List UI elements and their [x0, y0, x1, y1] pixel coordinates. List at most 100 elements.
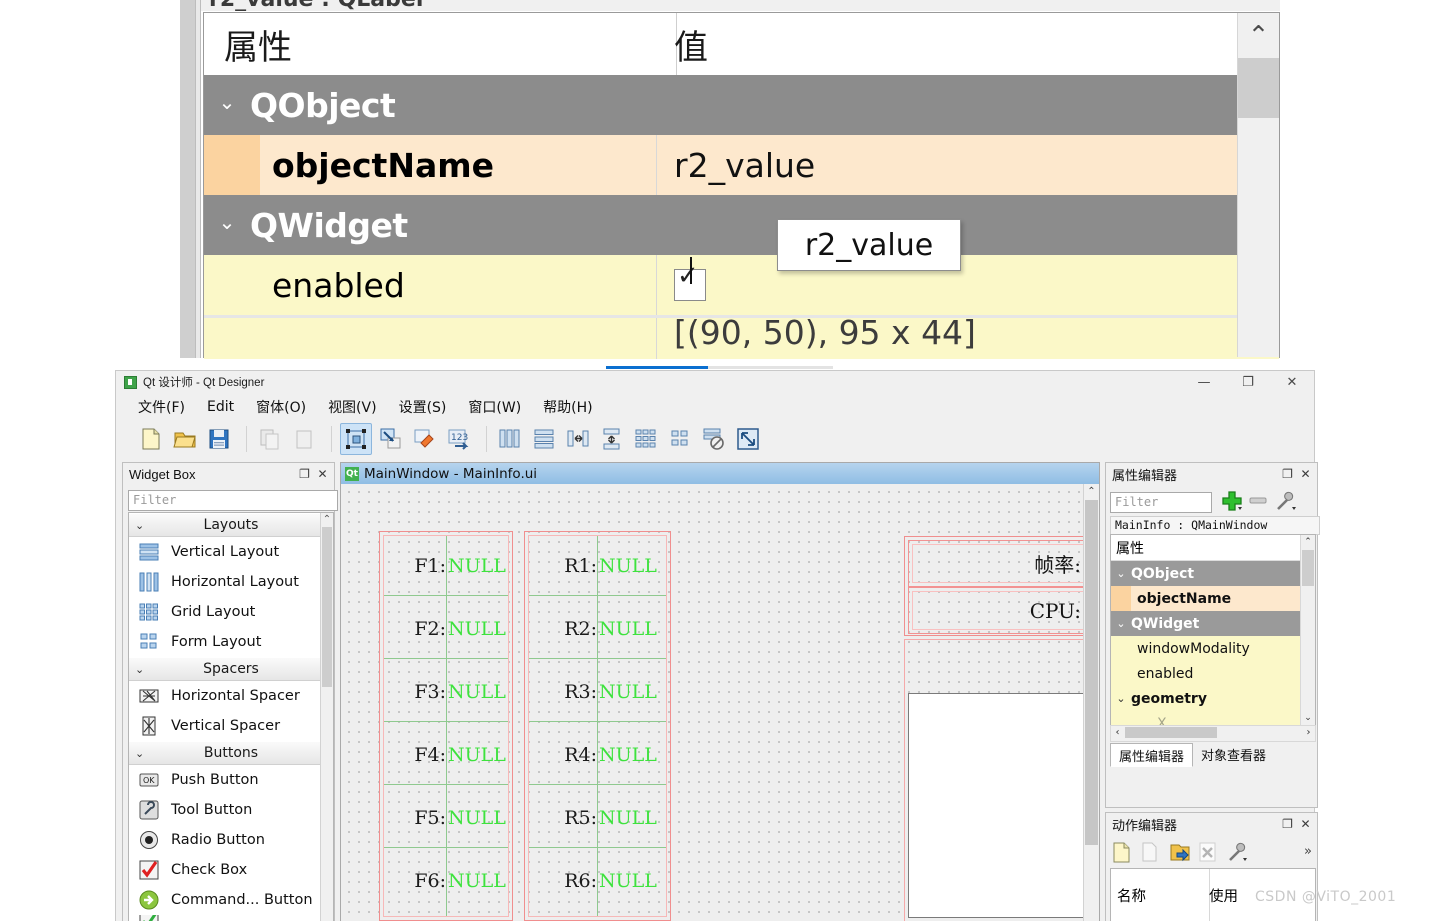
- scroll-up-icon[interactable]: ⌃: [1238, 13, 1279, 58]
- chevron-down-icon[interactable]: ⌄: [135, 519, 144, 532]
- break-layout-icon[interactable]: [699, 424, 729, 454]
- layout-vertical-icon[interactable]: [529, 424, 559, 454]
- menu-item-settings[interactable]: 设置(S): [399, 397, 447, 417]
- tab-object-inspector[interactable]: 对象查看器: [1193, 743, 1274, 765]
- property-filter-input[interactable]: Filter: [1110, 492, 1212, 513]
- zoom-row-objectname[interactable]: objectName r2_value: [204, 135, 1279, 195]
- new-action-icon[interactable]: [1110, 841, 1136, 865]
- value-r3[interactable]: NULL: [599, 662, 663, 721]
- label-f1[interactable]: F1:: [384, 536, 446, 595]
- value-f2[interactable]: NULL: [448, 599, 508, 658]
- stats-group[interactable]: 帧率: CPU:: [904, 536, 1083, 636]
- value-f3[interactable]: NULL: [448, 662, 508, 721]
- label-f2[interactable]: F2:: [384, 599, 446, 658]
- log-group[interactable]: [904, 639, 1083, 921]
- fps-row[interactable]: 帧率:: [908, 540, 1083, 587]
- property-row-enabled[interactable]: enabled: [1111, 661, 1315, 686]
- layout-horizontal-icon[interactable]: [495, 424, 525, 454]
- menu-item-view[interactable]: 视图(V): [328, 397, 377, 417]
- r-column-group[interactable]: R1: NULL R2: NULL R3: NULL R4: NULL R5: …: [524, 531, 671, 921]
- copy-icon[interactable]: [255, 424, 285, 454]
- form-canvas-titlebar[interactable]: Qt MainWindow - MainInfo.ui: [341, 463, 1099, 484]
- list-item[interactable]: Check Box: [129, 855, 333, 885]
- float-icon[interactable]: ❐: [297, 466, 312, 481]
- label-r1[interactable]: R1:: [529, 536, 597, 595]
- zoom-row-enabled-value[interactable]: [656, 255, 706, 315]
- chevron-down-icon[interactable]: ⌄: [1111, 692, 1131, 705]
- value-f6[interactable]: NULL: [448, 851, 508, 910]
- property-row-qobject[interactable]: ⌄ QObject: [1111, 561, 1315, 586]
- zoom-row-enabled[interactable]: enabled: [204, 255, 1279, 315]
- edit-action-icon[interactable]: [1168, 841, 1194, 865]
- value-r1[interactable]: NULL: [599, 536, 663, 595]
- configure-icon[interactable]: [1226, 841, 1252, 865]
- property-row-geometry-x[interactable]: X: [1111, 711, 1315, 726]
- property-table-horizontal-scrollbar[interactable]: ‹ ›: [1110, 725, 1316, 742]
- label-r6[interactable]: R6:: [529, 851, 597, 910]
- value-r5[interactable]: NULL: [599, 788, 663, 847]
- scroll-indicator[interactable]: [606, 366, 833, 369]
- list-item-partial[interactable]: [129, 915, 333, 921]
- menu-item-help[interactable]: 帮助(H): [543, 397, 592, 417]
- label-f4[interactable]: F4:: [384, 725, 446, 784]
- scrollbar-thumb[interactable]: [322, 527, 332, 687]
- widget-box-category-spacers[interactable]: ⌄ Spacers: [129, 657, 333, 681]
- menu-item-file[interactable]: 文件(F): [138, 397, 185, 417]
- value-f1[interactable]: NULL: [448, 536, 508, 595]
- save-icon[interactable]: [204, 424, 234, 454]
- value-f5[interactable]: NULL: [448, 788, 508, 847]
- scroll-up-icon[interactable]: ⌃: [321, 513, 333, 526]
- list-item[interactable]: Vertical Layout: [129, 537, 333, 567]
- log-text-area[interactable]: [908, 693, 1083, 918]
- edit-widgets-icon[interactable]: [340, 423, 372, 455]
- label-f5[interactable]: F5:: [384, 788, 446, 847]
- menu-item-form[interactable]: 窗体(O): [256, 397, 306, 417]
- open-folder-icon[interactable]: [170, 424, 200, 454]
- adjust-size-icon[interactable]: [733, 424, 763, 454]
- list-item[interactable]: Horizontal Layout: [129, 567, 333, 597]
- canvas-vertical-scrollbar[interactable]: ⌃: [1083, 484, 1099, 921]
- close-icon[interactable]: ✕: [1298, 816, 1313, 831]
- scroll-left-icon[interactable]: ‹: [1111, 726, 1124, 739]
- chevron-down-icon[interactable]: ⌄: [135, 663, 144, 676]
- menu-item-window[interactable]: 窗口(W): [468, 397, 521, 417]
- f-column-group[interactable]: F1: NULL F2: NULL F3: NULL F4: NULL F5: …: [379, 531, 513, 921]
- property-table-vertical-scrollbar[interactable]: ⌃ ⌄: [1300, 535, 1315, 725]
- zoom-panel-scrollbar[interactable]: ⌃: [1237, 13, 1279, 357]
- list-item[interactable]: OK Push Button: [129, 765, 333, 795]
- zoom-panel-left-scroll-track[interactable]: [195, 0, 201, 358]
- layout-splitter-h-icon[interactable]: [563, 424, 593, 454]
- property-row-qwidget[interactable]: ⌄ QWidget: [1111, 611, 1315, 636]
- layout-grid-icon[interactable]: [631, 424, 661, 454]
- property-table[interactable]: 属性 ⌄ QObject objectName ⌄ QWidget window…: [1110, 534, 1316, 726]
- value-r4[interactable]: NULL: [599, 725, 663, 784]
- scroll-down-icon[interactable]: ⌄: [1301, 711, 1315, 725]
- scrollbar-thumb[interactable]: [1085, 500, 1098, 845]
- label-r2[interactable]: R2:: [529, 599, 597, 658]
- minimize-button[interactable]: —: [1182, 371, 1226, 393]
- scrollbar-thumb[interactable]: [1238, 58, 1279, 118]
- edit-tab-order-icon[interactable]: 123: [444, 424, 474, 454]
- zoom-row-qobject[interactable]: ⌄ QObject: [204, 75, 1279, 135]
- scroll-up-icon[interactable]: ⌃: [1301, 535, 1315, 549]
- configure-icon[interactable]: [1274, 490, 1298, 515]
- scrollbar-thumb[interactable]: [1302, 550, 1314, 586]
- paste-icon[interactable]: [289, 424, 319, 454]
- toolbar-overflow-icon[interactable]: »: [1304, 844, 1312, 859]
- layout-form-icon[interactable]: [665, 424, 695, 454]
- form-design-surface[interactable]: F1: NULL F2: NULL F3: NULL F4: NULL F5: …: [341, 484, 1083, 921]
- value-r6[interactable]: NULL: [599, 851, 663, 910]
- layout-splitter-v-icon[interactable]: [597, 424, 627, 454]
- float-icon[interactable]: ❐: [1280, 816, 1295, 831]
- value-r2[interactable]: NULL: [599, 599, 663, 658]
- property-row-geometry[interactable]: ⌄ geometry: [1111, 686, 1315, 711]
- value-f4[interactable]: NULL: [448, 725, 508, 784]
- maximize-restore-button[interactable]: ❐: [1226, 371, 1270, 393]
- list-item[interactable]: Command... Button: [129, 885, 333, 915]
- menu-item-edit[interactable]: Edit: [207, 399, 234, 415]
- close-icon[interactable]: ✕: [1298, 466, 1313, 481]
- widget-box-category-buttons[interactable]: ⌄ Buttons: [129, 741, 333, 765]
- close-button[interactable]: ✕: [1270, 371, 1314, 393]
- close-icon[interactable]: ✕: [315, 466, 330, 481]
- cpu-row[interactable]: CPU:: [908, 587, 1083, 634]
